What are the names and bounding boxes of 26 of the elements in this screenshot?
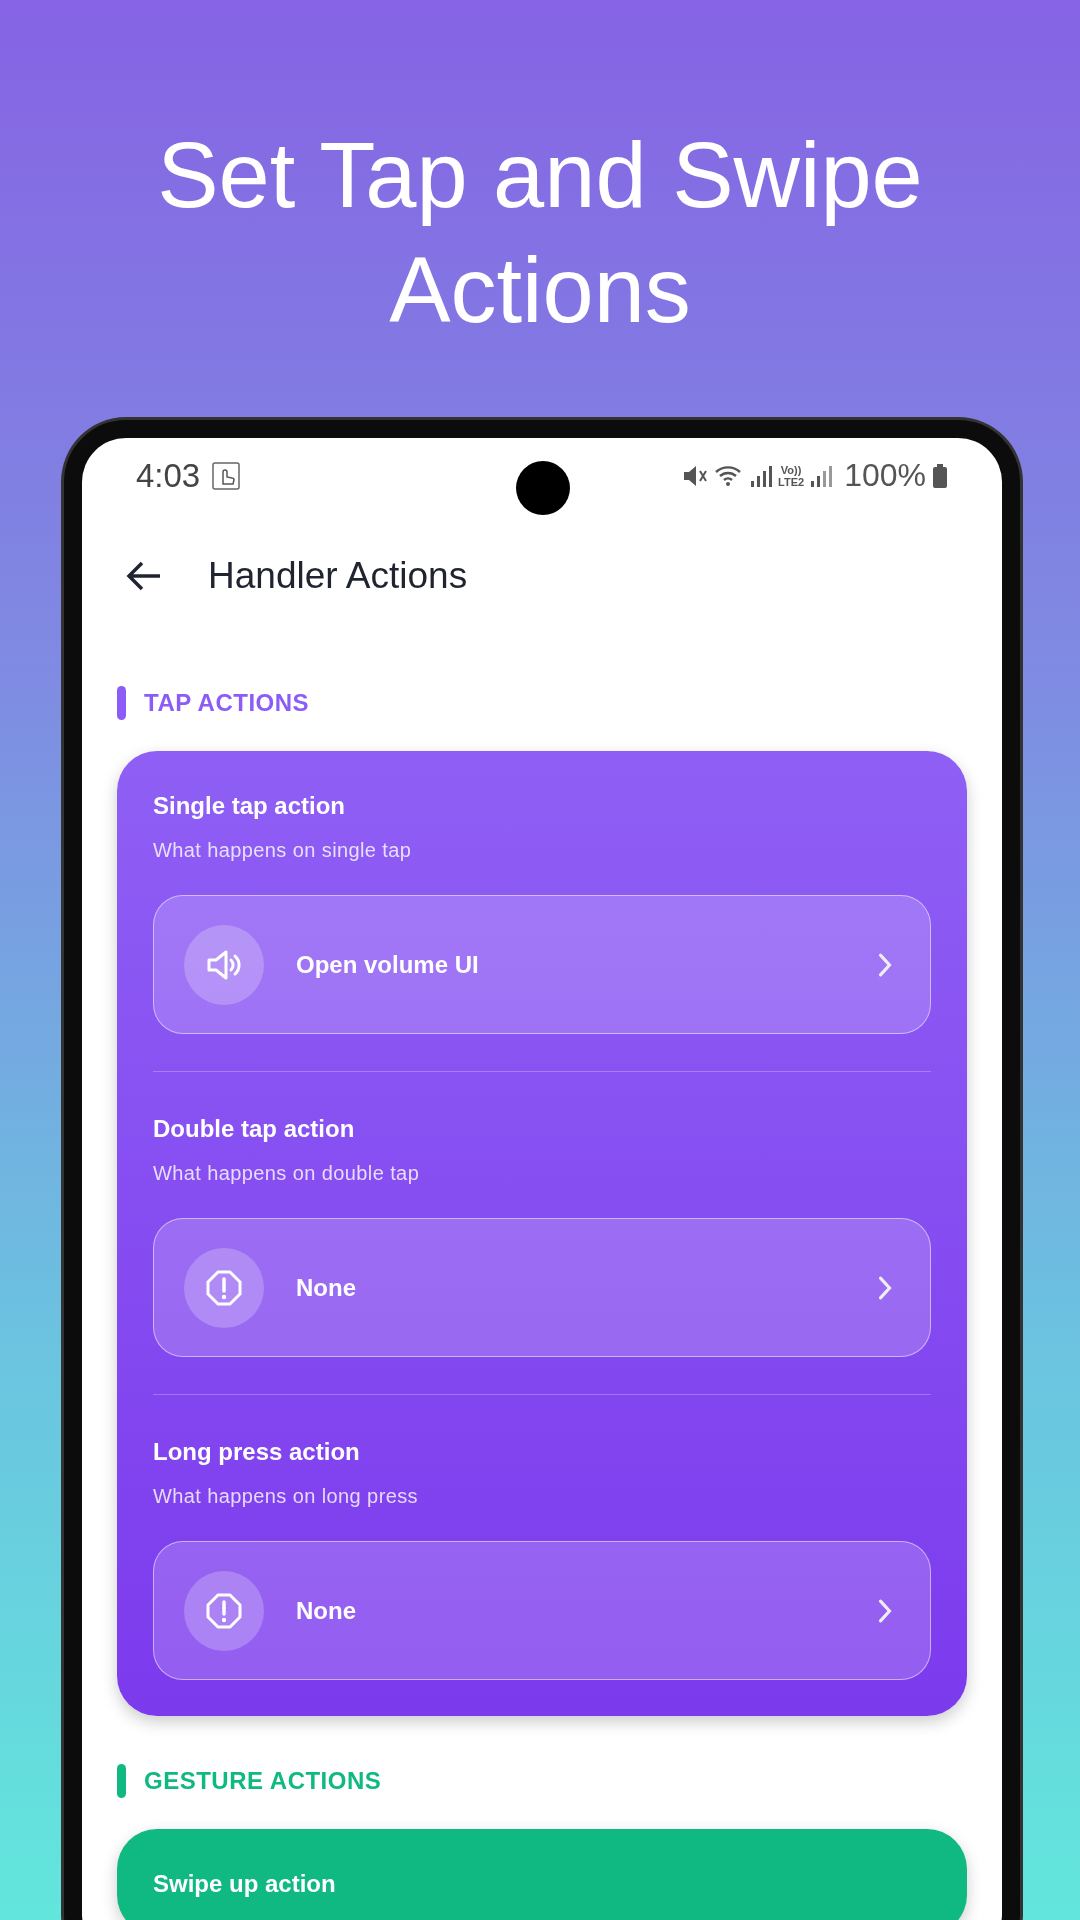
screen-title: Handler Actions	[208, 554, 468, 597]
setting-title: Swipe up action	[153, 1869, 337, 1899]
headline: Set Tap and Swipe Actions	[156, 123, 924, 343]
camera-hole	[516, 461, 570, 515]
action-selector[interactable]: Open volume UI	[153, 895, 931, 1034]
battery-percent: 100%	[844, 457, 926, 494]
setting-description: What happens on double tap	[153, 1161, 421, 1186]
signal-icon	[810, 463, 833, 488]
chevron-right-icon	[876, 950, 894, 979]
action-selector[interactable]: None	[153, 1218, 931, 1357]
volte-label: Vo))	[780, 463, 802, 476]
setting-title: Long press action	[153, 1437, 361, 1467]
chevron-right-icon	[876, 1273, 894, 1302]
section-title: TAP ACTIONS	[144, 689, 310, 717]
touch-icon	[212, 461, 241, 490]
section-title: GESTURE ACTIONS	[144, 1767, 382, 1795]
setting-title: Double tap action	[153, 1114, 356, 1144]
action-selector[interactable]: None	[153, 1541, 931, 1680]
setting-title: Single tap action	[153, 791, 347, 821]
network-label: LTE2	[778, 475, 805, 488]
chevron-right-icon	[876, 1596, 894, 1625]
setting-description: What happens on long press	[153, 1484, 419, 1509]
battery-icon	[932, 462, 948, 489]
setting-description: What happens on single tap	[153, 838, 413, 863]
signal-icon	[750, 463, 773, 488]
status-time: 4:03	[136, 456, 201, 495]
